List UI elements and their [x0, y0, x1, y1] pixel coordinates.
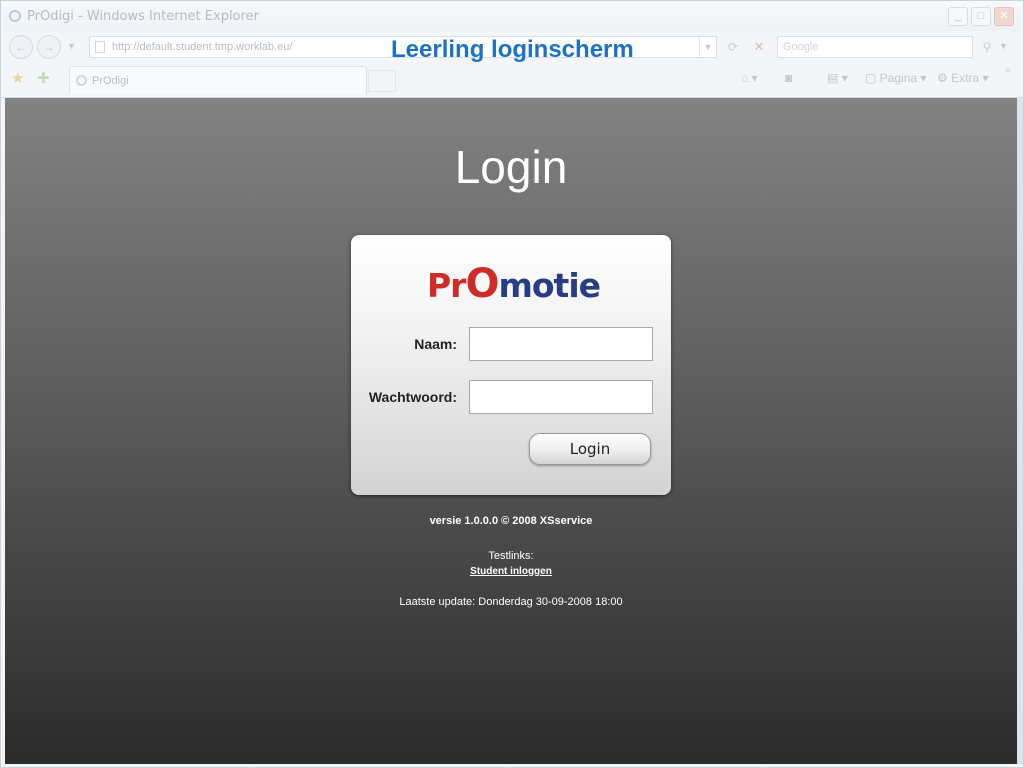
naam-label: Naam:: [414, 336, 457, 352]
page-menu-label: Pagina: [879, 71, 918, 85]
back-button[interactable]: [9, 35, 33, 59]
search-icon[interactable]: ⚲: [977, 37, 997, 57]
ie-logo-icon: [9, 10, 21, 22]
new-tab-button[interactable]: [368, 70, 396, 92]
login-title: Login: [454, 141, 568, 193]
wachtwoord-label: Wachtwoord:: [368, 389, 457, 405]
window-title: PrOdigi - Windows Internet Explorer: [27, 9, 259, 24]
recent-pages-chevron-down-icon[interactable]: ▼: [67, 41, 76, 51]
address-url[interactable]: http://default.student.tmp.worklab.eu/: [112, 41, 292, 53]
testlinks-label: Testlinks:: [488, 550, 534, 562]
login-card: PrOmotie Naam: Wachtwoord: Login: [351, 235, 671, 495]
page-content: Login PrOmotie Naam: Wachtwoord: Login v…: [5, 98, 1017, 764]
feeds-icon[interactable]: ◙: [785, 71, 792, 85]
maximize-button[interactable]: [971, 7, 991, 26]
tab-prodigi[interactable]: PrOdigi: [69, 66, 367, 94]
tools-menu-button[interactable]: ⚙ Extra ▾: [937, 71, 988, 85]
window-edge: [1017, 98, 1023, 764]
search-placeholder: Google: [783, 41, 819, 53]
title-bar: PrOdigi - Windows Internet Explorer: [1, 1, 1023, 31]
tab-label: PrOdigi: [92, 75, 129, 87]
search-options-chevron-down-icon[interactable]: ▼: [999, 41, 1008, 51]
forward-button[interactable]: [37, 35, 61, 59]
wachtwoord-field[interactable]: [469, 380, 653, 414]
add-favorites-icon[interactable]: ✚: [37, 69, 50, 87]
more-commands-icon[interactable]: »: [1005, 65, 1011, 76]
search-input[interactable]: Google: [777, 36, 973, 58]
student-inloggen-link[interactable]: Student inloggen: [470, 566, 552, 577]
tools-menu-label: Extra: [951, 71, 980, 85]
favorites-star-icon[interactable]: ★: [11, 69, 24, 87]
promotie-logo: PrOmotie: [427, 261, 601, 307]
print-icon[interactable]: ▤ ▾: [827, 71, 848, 85]
stop-icon[interactable]: ✕: [749, 37, 769, 57]
close-window-button[interactable]: [994, 7, 1014, 26]
last-update-text: Laatste update: Donderdag 30-09-2008 18:…: [399, 596, 623, 608]
tab-page-icon: [76, 75, 87, 86]
page-icon: [95, 41, 105, 53]
tab-toolbar: ★ ✚ PrOdigi ⌂ ▾ ◙ ▤ ▾ ▢ Pagina ▾ ⚙ Extra…: [1, 63, 1023, 97]
home-icon[interactable]: ⌂ ▾: [741, 71, 758, 85]
page-menu-button[interactable]: ▢ Pagina ▾: [865, 71, 926, 85]
version-text: versie 1.0.0.0 © 2008 XSservice: [429, 515, 593, 527]
refresh-icon[interactable]: ⟳: [723, 37, 743, 57]
login-button[interactable]: Login: [529, 433, 651, 465]
minimize-button[interactable]: [948, 7, 968, 26]
testlink-container: Student inloggen: [5, 566, 1017, 577]
browser-window: PrOdigi - Windows Internet Explorer ▼ ht…: [0, 0, 1024, 768]
naam-field[interactable]: [469, 327, 653, 361]
address-chevron-down-icon[interactable]: ▼: [699, 37, 716, 57]
page-heading: Leerling loginscherm: [391, 36, 634, 63]
